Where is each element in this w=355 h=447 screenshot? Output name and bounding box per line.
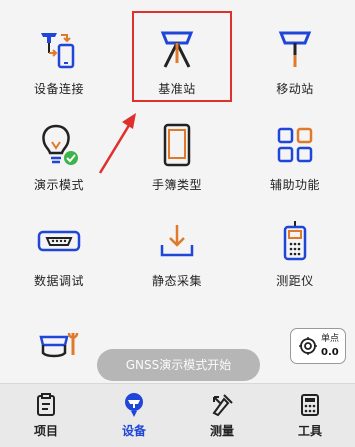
tile-rover[interactable]: 移动站: [236, 8, 354, 103]
tile-label: 静态采集: [151, 274, 202, 288]
nav-item-survey[interactable]: 测量: [178, 384, 266, 447]
single-point-status[interactable]: 单点 0.0: [290, 328, 346, 364]
tile-data-debug[interactable]: 数据调试: [0, 200, 118, 295]
single-point-value: 0.0: [321, 347, 339, 358]
tile-auxiliary[interactable]: 辅助功能: [236, 104, 354, 199]
nav-label: 测量: [209, 424, 234, 438]
device-connect-icon: [0, 24, 118, 74]
tile-static-collect[interactable]: 静态采集: [118, 200, 236, 295]
device-icon: [90, 392, 178, 418]
rangefinder-icon: [236, 216, 354, 266]
tile-label: 测距仪: [276, 274, 314, 288]
tile-rangefinder[interactable]: 测距仪: [236, 200, 354, 295]
tools-icon: [266, 392, 354, 418]
nav-label: 项目: [33, 424, 58, 438]
highlight-box: [132, 11, 232, 102]
tile-device-connect[interactable]: 设备连接: [0, 8, 118, 103]
tile-label: 移动站: [276, 82, 314, 96]
bottom-nav: 项目 设备 测量 工具: [0, 383, 355, 447]
rover-icon: [236, 24, 354, 74]
nav-label: 设备: [121, 424, 146, 438]
handbook-icon: [118, 120, 236, 170]
app-screen: 设备连接 基准站 移动站 演示模式 手簿类型 辅助功能 数据调试 静态采集 测距…: [0, 0, 355, 447]
project-icon: [2, 392, 90, 418]
survey-icon: [178, 392, 266, 418]
toast-message: GNSS演示模式开始: [97, 349, 260, 381]
grid-icon: [236, 120, 354, 170]
nav-label: 工具: [297, 424, 322, 438]
satellite-target-icon: [298, 336, 318, 360]
tile-label: 手簿类型: [151, 178, 202, 192]
tile-label: 设备连接: [33, 82, 84, 96]
tile-handbook-type[interactable]: 手簿类型: [118, 104, 236, 199]
nav-item-project[interactable]: 项目: [2, 384, 90, 447]
download-icon: [118, 216, 236, 266]
tile-label: 数据调试: [33, 274, 84, 288]
nav-item-tools[interactable]: 工具: [266, 384, 354, 447]
demo-mode-icon: [0, 120, 118, 170]
nav-item-device[interactable]: 设备: [90, 384, 178, 447]
serial-port-icon: [0, 216, 118, 266]
tile-demo-mode[interactable]: 演示模式: [0, 104, 118, 199]
single-point-label: 单点: [321, 334, 340, 344]
tile-label: 演示模式: [33, 178, 84, 192]
tile-label: 辅助功能: [269, 178, 320, 192]
